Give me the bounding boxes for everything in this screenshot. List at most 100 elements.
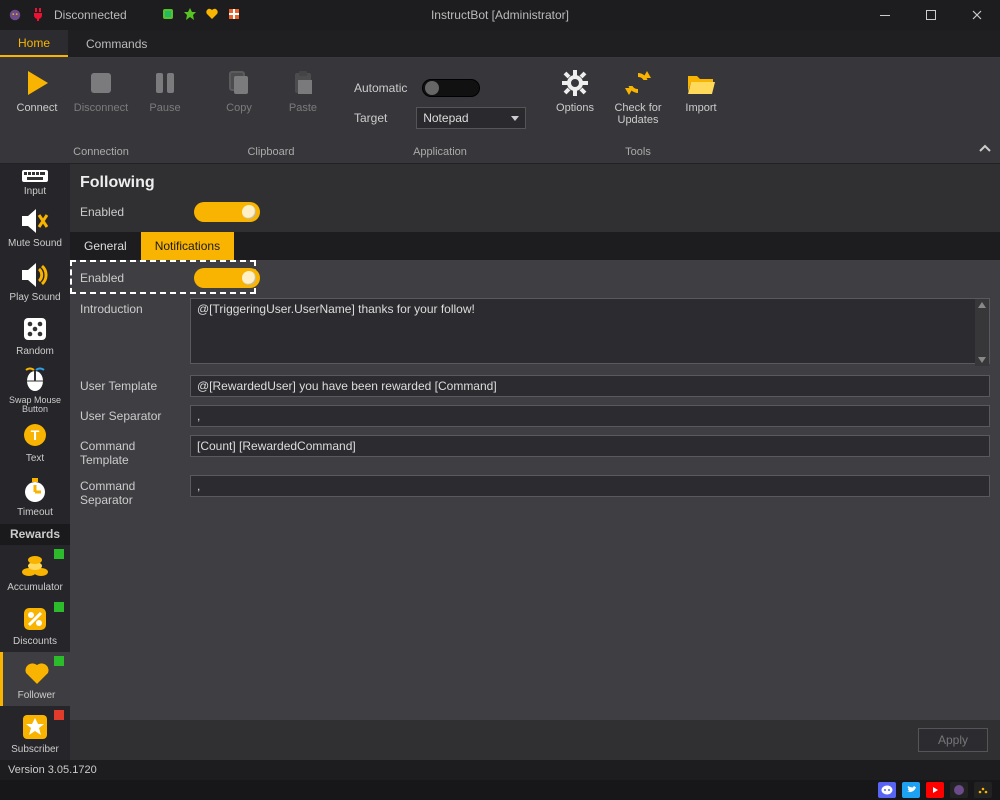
sidebar-item-accumulator[interactable]: Accumulator — [0, 545, 70, 599]
apply-bar: Apply — [70, 720, 1000, 760]
youtube-icon — [929, 785, 941, 795]
sidebar-item-text[interactable]: T Text — [0, 416, 70, 470]
import-button[interactable]: Import — [676, 62, 726, 114]
sidebar-header-rewards: Rewards — [0, 524, 70, 545]
folder-open-icon — [684, 66, 718, 100]
sidebar-item-subscriber[interactable]: Subscriber — [0, 706, 70, 760]
check-updates-button[interactable]: Check for Updates — [610, 62, 666, 126]
dice-icon — [20, 314, 50, 344]
scroll-up-icon — [975, 299, 989, 311]
pause-button[interactable]: Pause — [138, 62, 192, 114]
user-template-input[interactable] — [190, 375, 990, 397]
introduction-label: Introduction — [80, 298, 184, 316]
automatic-toggle[interactable] — [422, 79, 480, 97]
ribbon-caption-application: Application — [413, 143, 467, 161]
minimize-button[interactable] — [862, 0, 908, 30]
sidebar-item-swap-mouse[interactable]: Swap Mouse Button — [0, 362, 70, 416]
star-icon — [20, 712, 50, 742]
page-enabled-label: Enabled — [80, 205, 186, 219]
main-panel: Following Enabled General Notifications … — [70, 164, 1000, 760]
textarea-scrollbar[interactable] — [975, 299, 989, 366]
sidebar-item-discounts[interactable]: Discounts — [0, 598, 70, 652]
ribbon-collapse-button[interactable] — [978, 142, 992, 159]
command-separator-label: Command Separator — [80, 475, 184, 507]
twitter-icon — [905, 785, 917, 795]
percent-icon — [20, 604, 50, 634]
speaker-icon — [20, 260, 50, 290]
coins-icon — [20, 550, 50, 580]
social-extra-1[interactable] — [950, 782, 968, 798]
bot-icon — [953, 784, 965, 796]
stopwatch-icon — [20, 475, 50, 505]
user-template-label: User Template — [80, 375, 184, 393]
target-select[interactable]: Notepad — [416, 107, 526, 129]
connection-status-text: Disconnected — [54, 8, 127, 22]
discord-icon — [881, 785, 893, 795]
ribbon: Connect Disconnect Pause Connection Copy — [0, 58, 1000, 164]
copy-button[interactable]: Copy — [212, 62, 266, 114]
status-tag-icon — [54, 549, 64, 559]
discord-button[interactable] — [878, 782, 896, 798]
text-bubble-icon: T — [20, 421, 50, 451]
connect-button[interactable]: Connect — [10, 62, 64, 114]
notif-enabled-switch[interactable] — [194, 268, 260, 288]
options-button[interactable]: Options — [550, 62, 600, 114]
ribbon-group-connection: Connect Disconnect Pause Connection — [0, 58, 202, 163]
apply-button[interactable]: Apply — [918, 728, 988, 752]
sidebar-item-random[interactable]: Random — [0, 308, 70, 362]
plug-disconnected-icon — [30, 6, 46, 25]
paste-icon — [286, 66, 320, 100]
ribbon-caption-tools: Tools — [625, 143, 651, 161]
disconnect-button[interactable]: Disconnect — [74, 62, 128, 114]
gear-icon — [558, 66, 592, 100]
stop-icon — [84, 66, 118, 100]
menu-tab-commands[interactable]: Commands — [68, 30, 165, 57]
command-template-input[interactable] — [190, 435, 990, 457]
titlebar-emote-2 — [183, 7, 197, 24]
ribbon-group-clipboard: Copy Paste Clipboard — [202, 58, 340, 163]
ribbon-caption-connection: Connection — [73, 143, 129, 161]
titlebar-emote-1 — [161, 7, 175, 24]
command-template-label: Command Template — [80, 435, 184, 467]
status-tag-icon — [54, 656, 64, 666]
copy-icon — [222, 66, 256, 100]
page-title: Following — [70, 164, 1000, 196]
sidebar-item-follower[interactable]: Follower — [0, 652, 70, 706]
sidebar-item-mute-sound[interactable]: Mute Sound — [0, 201, 70, 255]
close-button[interactable] — [954, 0, 1000, 30]
youtube-button[interactable] — [926, 782, 944, 798]
target-select-value: Notepad — [423, 111, 468, 125]
sidebar-item-timeout[interactable]: Timeout — [0, 470, 70, 524]
mouse-swap-icon — [20, 364, 50, 394]
user-separator-label: User Separator — [80, 405, 184, 423]
twitter-button[interactable] — [902, 782, 920, 798]
titlebar-emote-3 — [205, 7, 219, 24]
content-tabs: General Notifications — [70, 232, 1000, 260]
sidebar: Input Mute Sound Play Sound Random Swap … — [0, 164, 70, 760]
page-enabled-switch[interactable] — [194, 202, 260, 222]
sidebar-item-input[interactable]: Input — [0, 164, 70, 201]
pause-icon — [148, 66, 182, 100]
maximize-button[interactable] — [908, 0, 954, 30]
refresh-icon — [621, 66, 655, 100]
command-separator-input[interactable] — [190, 475, 990, 497]
tab-notifications[interactable]: Notifications — [141, 232, 234, 260]
body: Input Mute Sound Play Sound Random Swap … — [0, 164, 1000, 760]
titlebar-emote-4 — [227, 7, 241, 24]
social-extra-2[interactable] — [974, 782, 992, 798]
target-label: Target — [354, 111, 408, 125]
user-separator-input[interactable] — [190, 405, 990, 427]
sidebar-item-play-sound[interactable]: Play Sound — [0, 254, 70, 308]
heart-icon — [22, 658, 52, 688]
ribbon-group-tools: Options Check for Updates Import Tools — [540, 58, 736, 163]
app-window: Disconnected InstructBot [Administrator]… — [0, 0, 1000, 800]
menu-tab-home[interactable]: Home — [0, 30, 68, 57]
introduction-input[interactable] — [190, 298, 990, 364]
tab-general[interactable]: General — [70, 232, 141, 260]
paste-button[interactable]: Paste — [276, 62, 330, 114]
play-icon — [20, 66, 54, 100]
status-tag-icon — [54, 602, 64, 612]
ribbon-caption-clipboard: Clipboard — [247, 143, 294, 161]
app-icon — [8, 8, 22, 22]
menu-tab-row: Home Commands — [0, 30, 1000, 58]
